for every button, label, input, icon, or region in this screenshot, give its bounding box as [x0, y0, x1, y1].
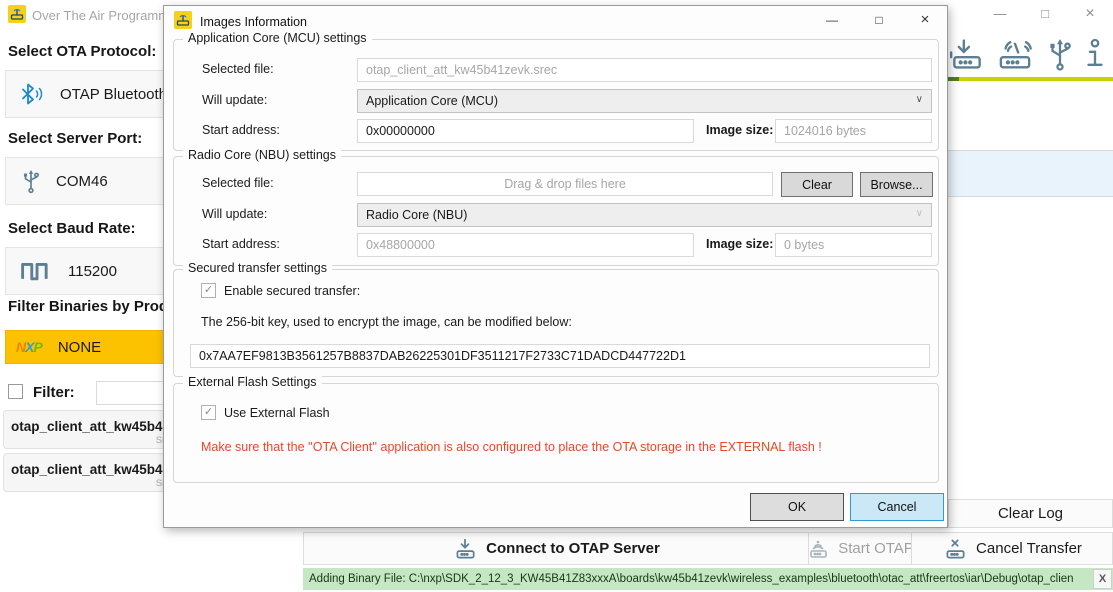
- radio-image-size-input: 0 bytes: [775, 233, 932, 257]
- binary-list-item[interactable]: otap_client_att_kw45b41 Siz: [3, 410, 175, 449]
- wireless-router-icon[interactable]: [993, 37, 1037, 71]
- dialog-title: Images Information: [200, 15, 307, 29]
- key-hint: The 256-bit key, used to encrypt the ima…: [201, 315, 572, 329]
- binary-name: otap_client_att_kw45b41: [11, 462, 170, 477]
- filter-product-label: Filter Binaries by Prod: [8, 298, 168, 315]
- dialog-minimize-button[interactable]: —: [819, 13, 845, 27]
- status-text: Adding Binary File: C:\nxp\SDK_2_12_3_KW…: [309, 573, 1074, 585]
- cancel-transfer-button[interactable]: Cancel Transfer: [911, 532, 1113, 565]
- start-broadcast-icon: [806, 537, 830, 561]
- app-will-update-dropdown[interactable]: Application Core (MCU) ∨: [357, 89, 932, 113]
- start-address-label: Start address:: [202, 237, 280, 251]
- bluetooth-icon: [20, 82, 46, 106]
- will-update-label: Will update:: [202, 207, 267, 221]
- minimize-button[interactable]: —: [985, 6, 1015, 21]
- app-selected-file-input[interactable]: otap_client_att_kw45b41zevk.srec: [357, 58, 932, 82]
- clear-log-button[interactable]: Clear Log: [948, 499, 1113, 528]
- image-size-label: Image size:: [706, 237, 773, 251]
- dialog-app-icon: [174, 11, 192, 29]
- maximize-button[interactable]: □: [1030, 6, 1060, 21]
- connect-download-icon: [452, 537, 478, 561]
- protocol-value: OTAP Bluetooth: [60, 86, 167, 103]
- baud-label: Select Baud Rate:: [8, 220, 136, 237]
- start-address-label: Start address:: [202, 123, 280, 137]
- image-size-label: Image size:: [706, 123, 773, 137]
- filter-product-value: NONE: [58, 339, 101, 356]
- secured-transfer-group: Secured transfer settings ✓ Enable secur…: [173, 269, 939, 377]
- app-start-address-input[interactable]: 0x00000000: [357, 119, 694, 143]
- info-icon[interactable]: [1082, 36, 1108, 72]
- radio-core-legend: Radio Core (NBU) settings: [183, 148, 341, 162]
- use-external-flash-checkbox[interactable]: ✓: [201, 405, 216, 420]
- enable-secured-label: Enable secured transfer:: [224, 284, 360, 298]
- cancel-x-icon: [942, 537, 968, 561]
- device-download-icon[interactable]: [948, 37, 986, 71]
- dialog-close-button[interactable]: ×: [912, 11, 938, 28]
- app-core-group: Application Core (MCU) settings Selected…: [173, 39, 939, 151]
- status-bar: Adding Binary File: C:\nxp\SDK_2_12_3_KW…: [303, 568, 1113, 590]
- nxp-logo-icon: NXP: [16, 339, 42, 355]
- port-value: COM46: [56, 173, 108, 190]
- selected-file-label: Selected file:: [202, 176, 274, 190]
- use-external-flash-label: Use External Flash: [224, 406, 330, 420]
- accent-line: [948, 77, 1113, 81]
- external-flash-warning: Make sure that the ''OTA Client'' applic…: [201, 440, 822, 454]
- usb-port-icon: [20, 166, 42, 196]
- browse-button[interactable]: Browse...: [860, 172, 933, 197]
- radio-core-group: Radio Core (NBU) settings Selected file:…: [173, 156, 939, 266]
- status-close-button[interactable]: X: [1093, 569, 1112, 589]
- toolbar: [948, 33, 1108, 75]
- usb-icon[interactable]: [1045, 36, 1075, 72]
- radio-will-update-dropdown: Radio Core (NBU) ∨: [357, 203, 932, 227]
- connect-otap-button[interactable]: Connect to OTAP Server: [303, 532, 809, 565]
- images-information-dialog: Images Information — □ × Application Cor…: [163, 5, 948, 528]
- will-update-label: Will update:: [202, 93, 267, 107]
- binary-list-item[interactable]: otap_client_att_kw45b41 Siz: [3, 453, 175, 492]
- clear-button[interactable]: Clear: [781, 172, 853, 197]
- start-otap-button[interactable]: Start OTAP: [808, 532, 912, 565]
- dialog-maximize-button[interactable]: □: [866, 13, 892, 27]
- external-flash-group: External Flash Settings ✓ Use External F…: [173, 383, 939, 483]
- app-icon: [8, 5, 26, 23]
- ok-button[interactable]: OK: [750, 493, 844, 521]
- app-core-legend: Application Core (MCU) settings: [183, 31, 372, 45]
- port-label: Select Server Port:: [8, 130, 142, 147]
- secured-transfer-legend: Secured transfer settings: [183, 261, 332, 275]
- app-image-size-input: 1024016 bytes: [775, 119, 932, 143]
- filter-checkbox[interactable]: [8, 384, 23, 399]
- external-flash-legend: External Flash Settings: [183, 375, 322, 389]
- selected-row-band[interactable]: [948, 150, 1113, 197]
- cancel-button[interactable]: Cancel: [850, 493, 944, 521]
- encryption-key-input[interactable]: 0x7AA7EF9813B3561257B8837DAB26225301DF35…: [190, 344, 930, 368]
- chevron-down-icon: ∨: [916, 208, 923, 219]
- square-wave-icon: [20, 260, 54, 282]
- binary-name: otap_client_att_kw45b41: [11, 419, 170, 434]
- close-button[interactable]: ×: [1075, 5, 1105, 23]
- filter-label: Filter:: [33, 384, 75, 401]
- radio-start-address-input: 0x48800000: [357, 233, 694, 257]
- baud-value: 115200: [68, 263, 117, 280]
- enable-secured-checkbox[interactable]: ✓: [201, 283, 216, 298]
- selected-file-label: Selected file:: [202, 62, 274, 76]
- radio-selected-file-input[interactable]: Drag & drop files here: [357, 172, 773, 196]
- chevron-down-icon: ∨: [916, 94, 923, 105]
- protocol-label: Select OTA Protocol:: [8, 43, 156, 60]
